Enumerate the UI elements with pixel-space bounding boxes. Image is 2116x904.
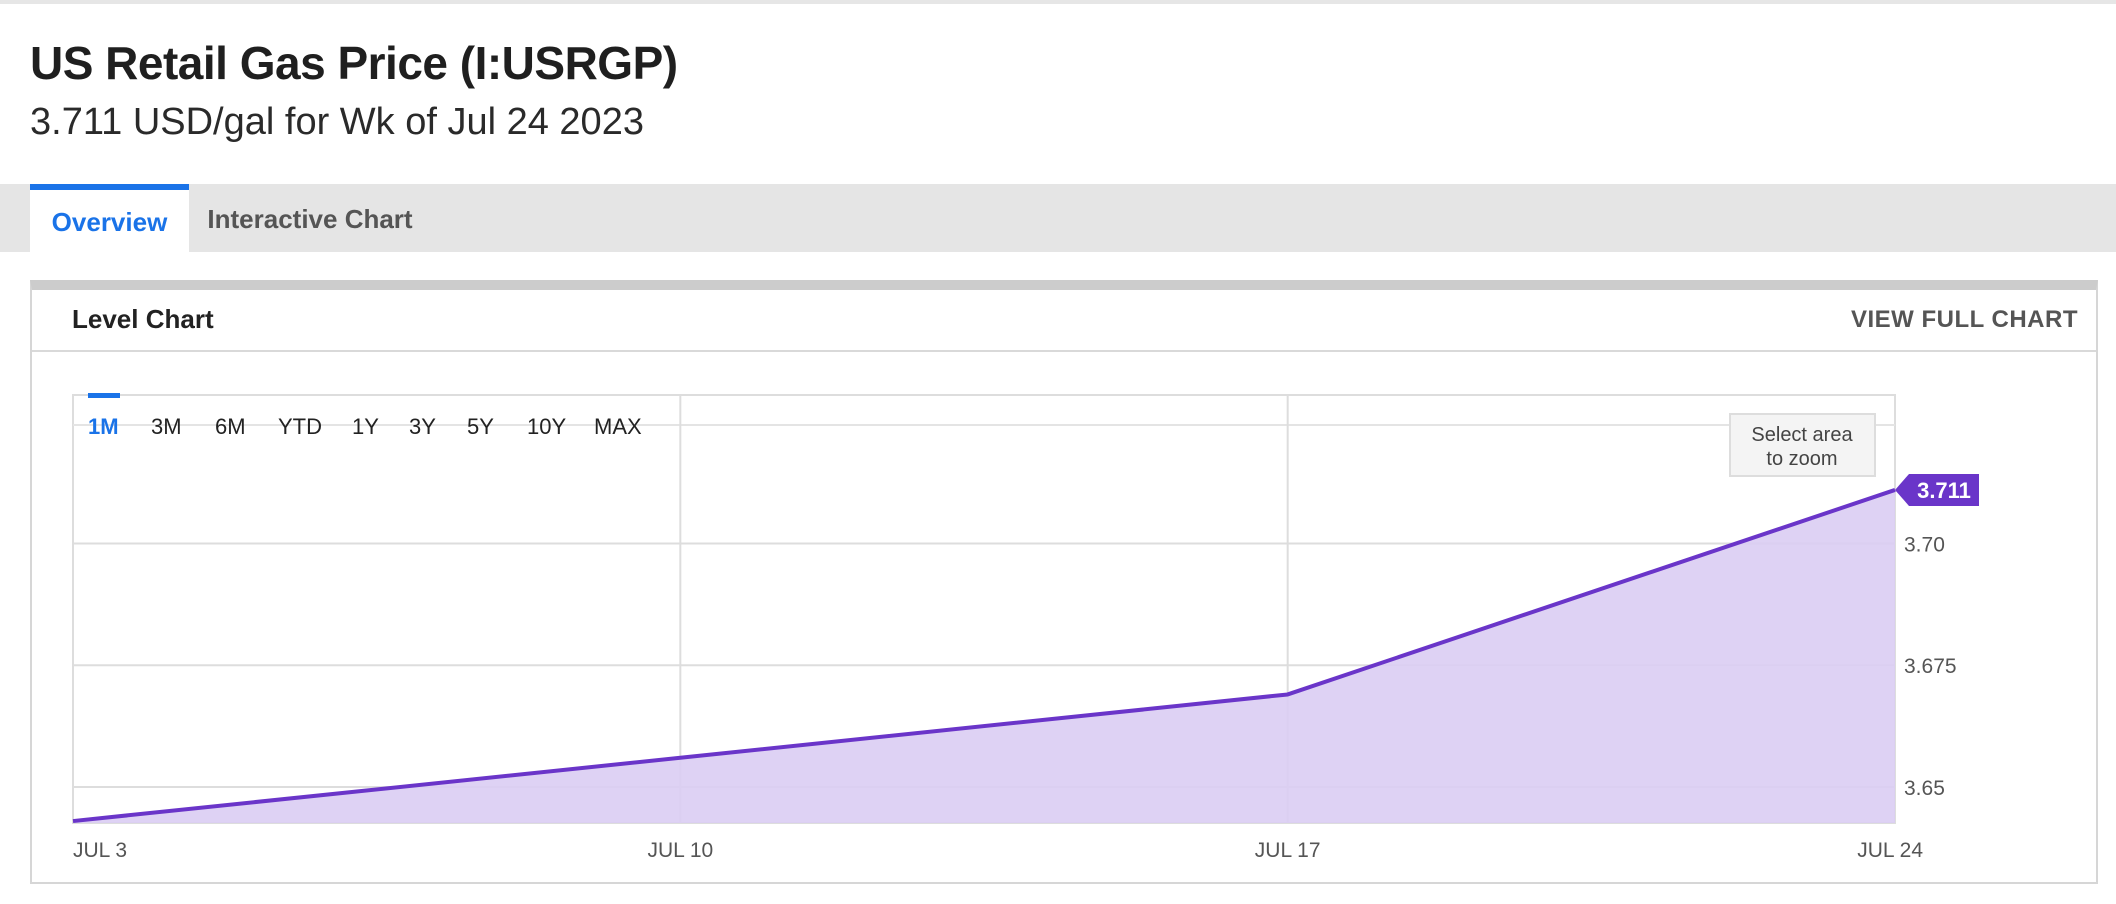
range-button-10y[interactable]: 10Y xyxy=(527,414,566,439)
range-button-ytd[interactable]: YTD xyxy=(278,414,322,439)
data-point[interactable] xyxy=(677,755,683,761)
level-chart[interactable]: 3.65 3.675 3.70 JUL 3 JUL 10 JUL 17 JUL 24 3.71… xyxy=(0,0,2116,904)
x-tick-label: JUL 24 xyxy=(1857,839,1923,862)
last-value-label: 3.711 xyxy=(1917,478,1971,503)
range-button-3m[interactable]: 3M xyxy=(151,414,182,439)
data-point[interactable] xyxy=(70,818,76,824)
zoom-hint-text: to zoom xyxy=(1766,448,1837,470)
y-tick-label: 3.65 xyxy=(1904,777,1945,800)
y-tick-label: 3.70 xyxy=(1904,534,1945,557)
range-active-indicator xyxy=(88,393,120,398)
x-tick-label: JUL 17 xyxy=(1255,839,1321,862)
zoom-hint-text: Select area xyxy=(1751,424,1853,446)
range-button-1m[interactable]: 1M xyxy=(88,414,119,439)
data-point[interactable] xyxy=(1285,691,1291,697)
range-button-5y[interactable]: 5Y xyxy=(467,414,494,439)
x-tick-label: JUL 3 xyxy=(73,839,127,862)
range-button-3y[interactable]: 3Y xyxy=(409,414,436,439)
x-tick-label: JUL 10 xyxy=(647,839,713,862)
range-button-1y[interactable]: 1Y xyxy=(352,414,379,439)
y-tick-label: 3.675 xyxy=(1904,655,1957,678)
range-button-max[interactable]: MAX xyxy=(594,414,642,439)
range-button-6m[interactable]: 6M xyxy=(215,414,246,439)
